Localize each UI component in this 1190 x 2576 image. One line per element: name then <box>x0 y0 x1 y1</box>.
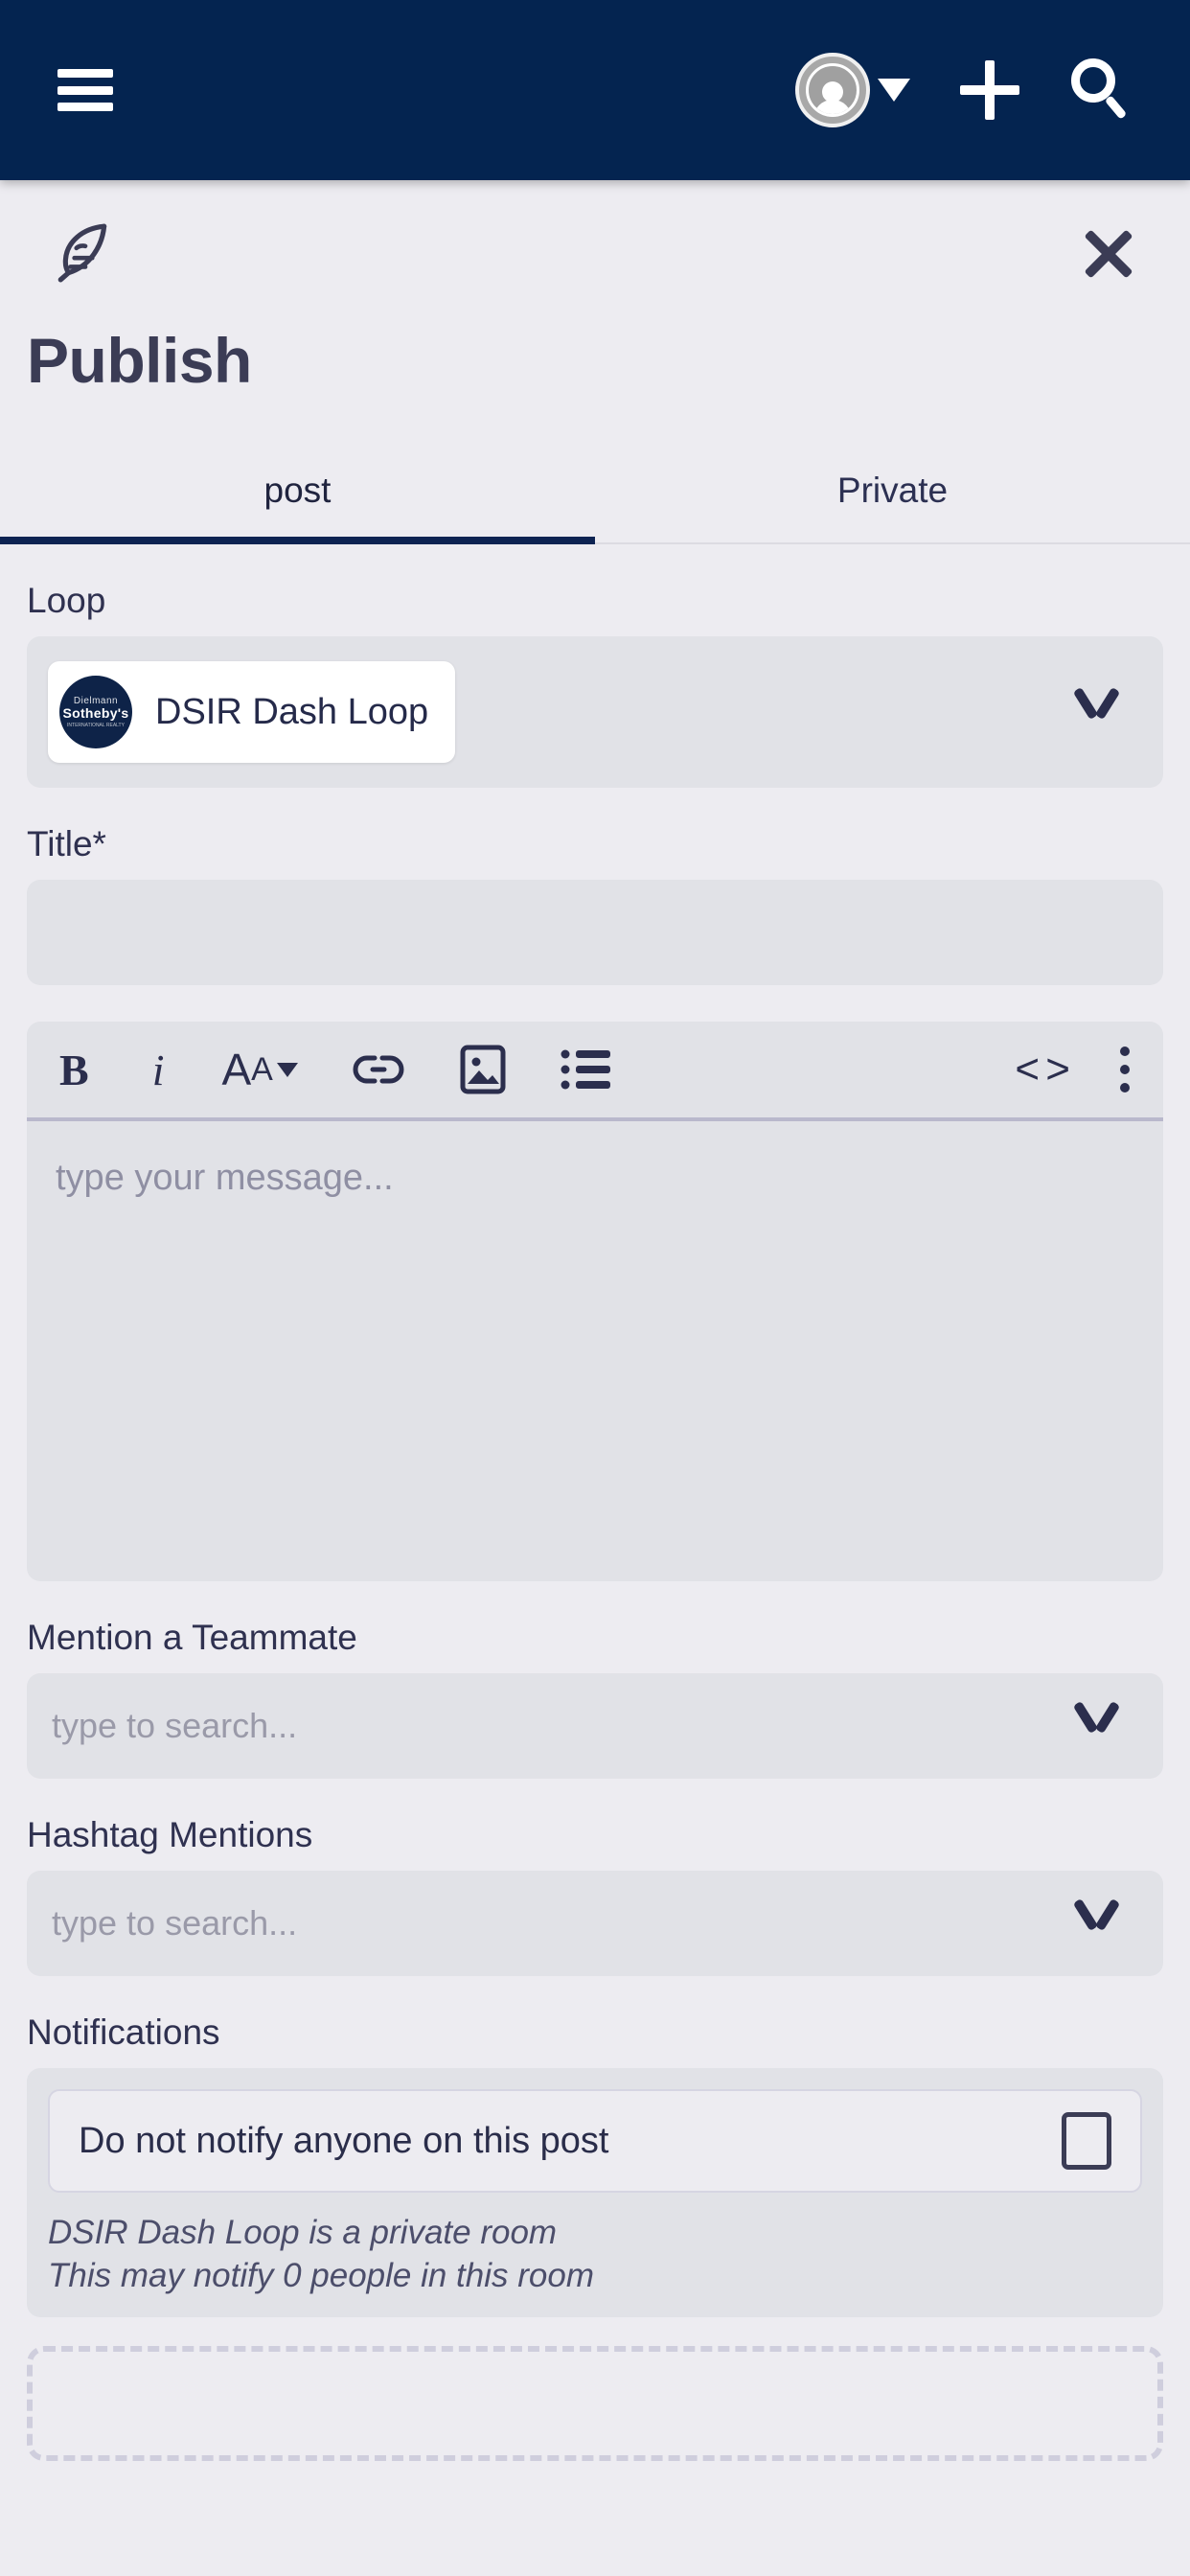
loop-logo-line1: Dielmann <box>73 696 119 707</box>
message-placeholder: type your message... <box>56 1158 394 1198</box>
app-screen: Publish post Private Loop Dielmann Sothe… <box>0 0 1190 2576</box>
search-handle <box>1104 95 1128 120</box>
more-options-icon[interactable] <box>1119 1036 1131 1103</box>
notifications-note-line2: This may notify 0 people in this room <box>48 2256 594 2294</box>
tab-post[interactable]: post <box>0 437 595 544</box>
top-app-bar <box>0 0 1190 180</box>
loop-selected-name: DSIR Dash Loop <box>155 691 429 732</box>
code-icon[interactable]: < > <box>1015 1036 1070 1103</box>
hashtag-placeholder: type to search... <box>52 1903 298 1943</box>
bold-icon[interactable]: B <box>59 1036 89 1103</box>
notifications-note-line1: DSIR Dash Loop is a private room <box>48 2214 558 2251</box>
search-icon[interactable] <box>1069 58 1133 122</box>
loop-logo-icon: Dielmann Sotheby's INTERNATIONAL REALTY <box>59 676 132 748</box>
font-size-icon[interactable]: AA <box>221 1036 298 1103</box>
hamburger-bar <box>57 103 113 111</box>
tab-private-label: Private <box>836 471 949 510</box>
title-input[interactable] <box>27 880 1163 985</box>
link-glyph <box>353 1055 404 1084</box>
image-glyph <box>460 1045 506 1094</box>
chevron-down-icon <box>276 1062 298 1077</box>
plus-icon[interactable] <box>960 60 1019 120</box>
message-input[interactable]: type your message... <box>27 1121 1163 1581</box>
publish-sheet: Publish post Private Loop Dielmann Sothe… <box>0 180 1190 2576</box>
hamburger-menu-icon[interactable] <box>57 69 113 111</box>
loop-select[interactable]: Dielmann Sotheby's INTERNATIONAL REALTY … <box>27 636 1163 788</box>
loop-label: Loop <box>27 581 106 620</box>
kebab-dot <box>1120 1065 1130 1074</box>
sheet-header: Publish <box>0 180 1190 437</box>
do-not-notify-row[interactable]: Do not notify anyone on this post <box>48 2089 1142 2193</box>
title-label: Title* <box>27 824 106 863</box>
page-title: Publish <box>27 325 252 396</box>
account-menu-button[interactable] <box>795 53 910 127</box>
caret-down-icon[interactable] <box>878 79 910 102</box>
kebab-dot <box>1120 1046 1130 1056</box>
editor-toolbar: B i AA < > <box>27 1022 1163 1121</box>
notifications-note: DSIR Dash Loop is a private room This ma… <box>48 2212 1142 2298</box>
quill-feather-icon <box>57 223 107 283</box>
publish-form: Loop Dielmann Sotheby's INTERNATIONAL RE… <box>0 581 1190 2461</box>
font-size-small-a: A <box>251 1050 273 1088</box>
mention-placeholder: type to search... <box>52 1706 298 1745</box>
loop-logo-line3: INTERNATIONAL REALTY <box>67 722 125 728</box>
chevron-down-icon[interactable] <box>1075 687 1119 731</box>
do-not-notify-checkbox[interactable] <box>1062 2112 1111 2170</box>
avatar-body <box>813 100 852 114</box>
image-icon[interactable] <box>459 1036 507 1103</box>
chevron-down-icon[interactable] <box>1075 1701 1119 1745</box>
tab-post-label: post <box>263 471 332 510</box>
do-not-notify-label: Do not notify anyone on this post <box>79 2120 609 2161</box>
user-avatar-icon[interactable] <box>795 53 870 127</box>
italic-icon[interactable]: i <box>152 1036 165 1103</box>
tab-private[interactable]: Private <box>595 437 1190 544</box>
message-editor: B i AA < > type your message... <box>27 1022 1163 1581</box>
loop-selected-chip: Dielmann Sotheby's INTERNATIONAL REALTY … <box>48 661 456 763</box>
notifications-box: Do not notify anyone on this post DSIR D… <box>27 2068 1163 2317</box>
mention-label: Mention a Teammate <box>27 1618 357 1657</box>
bullet-list-glyph <box>561 1049 610 1090</box>
kebab-dot <box>1120 1083 1130 1092</box>
hashtag-label: Hashtag Mentions <box>27 1815 313 1854</box>
attachment-dropzone[interactable] <box>27 2345 1163 2461</box>
mention-select[interactable]: type to search... <box>27 1673 1163 1779</box>
loop-logo-line2: Sotheby's <box>62 705 129 722</box>
bullet-list-icon[interactable] <box>561 1036 614 1103</box>
hamburger-bar <box>57 69 113 78</box>
app-bar-left-group <box>0 69 113 111</box>
link-icon[interactable] <box>352 1036 405 1103</box>
tab-bar: post Private <box>0 437 1190 544</box>
notifications-label: Notifications <box>27 2012 220 2052</box>
avatar-image <box>806 63 859 117</box>
hamburger-bar <box>57 85 113 95</box>
hashtag-select[interactable]: type to search... <box>27 1871 1163 1976</box>
chevron-down-icon[interactable] <box>1075 1898 1119 1943</box>
close-icon[interactable] <box>1079 224 1138 284</box>
app-bar-right-group <box>795 53 1190 127</box>
